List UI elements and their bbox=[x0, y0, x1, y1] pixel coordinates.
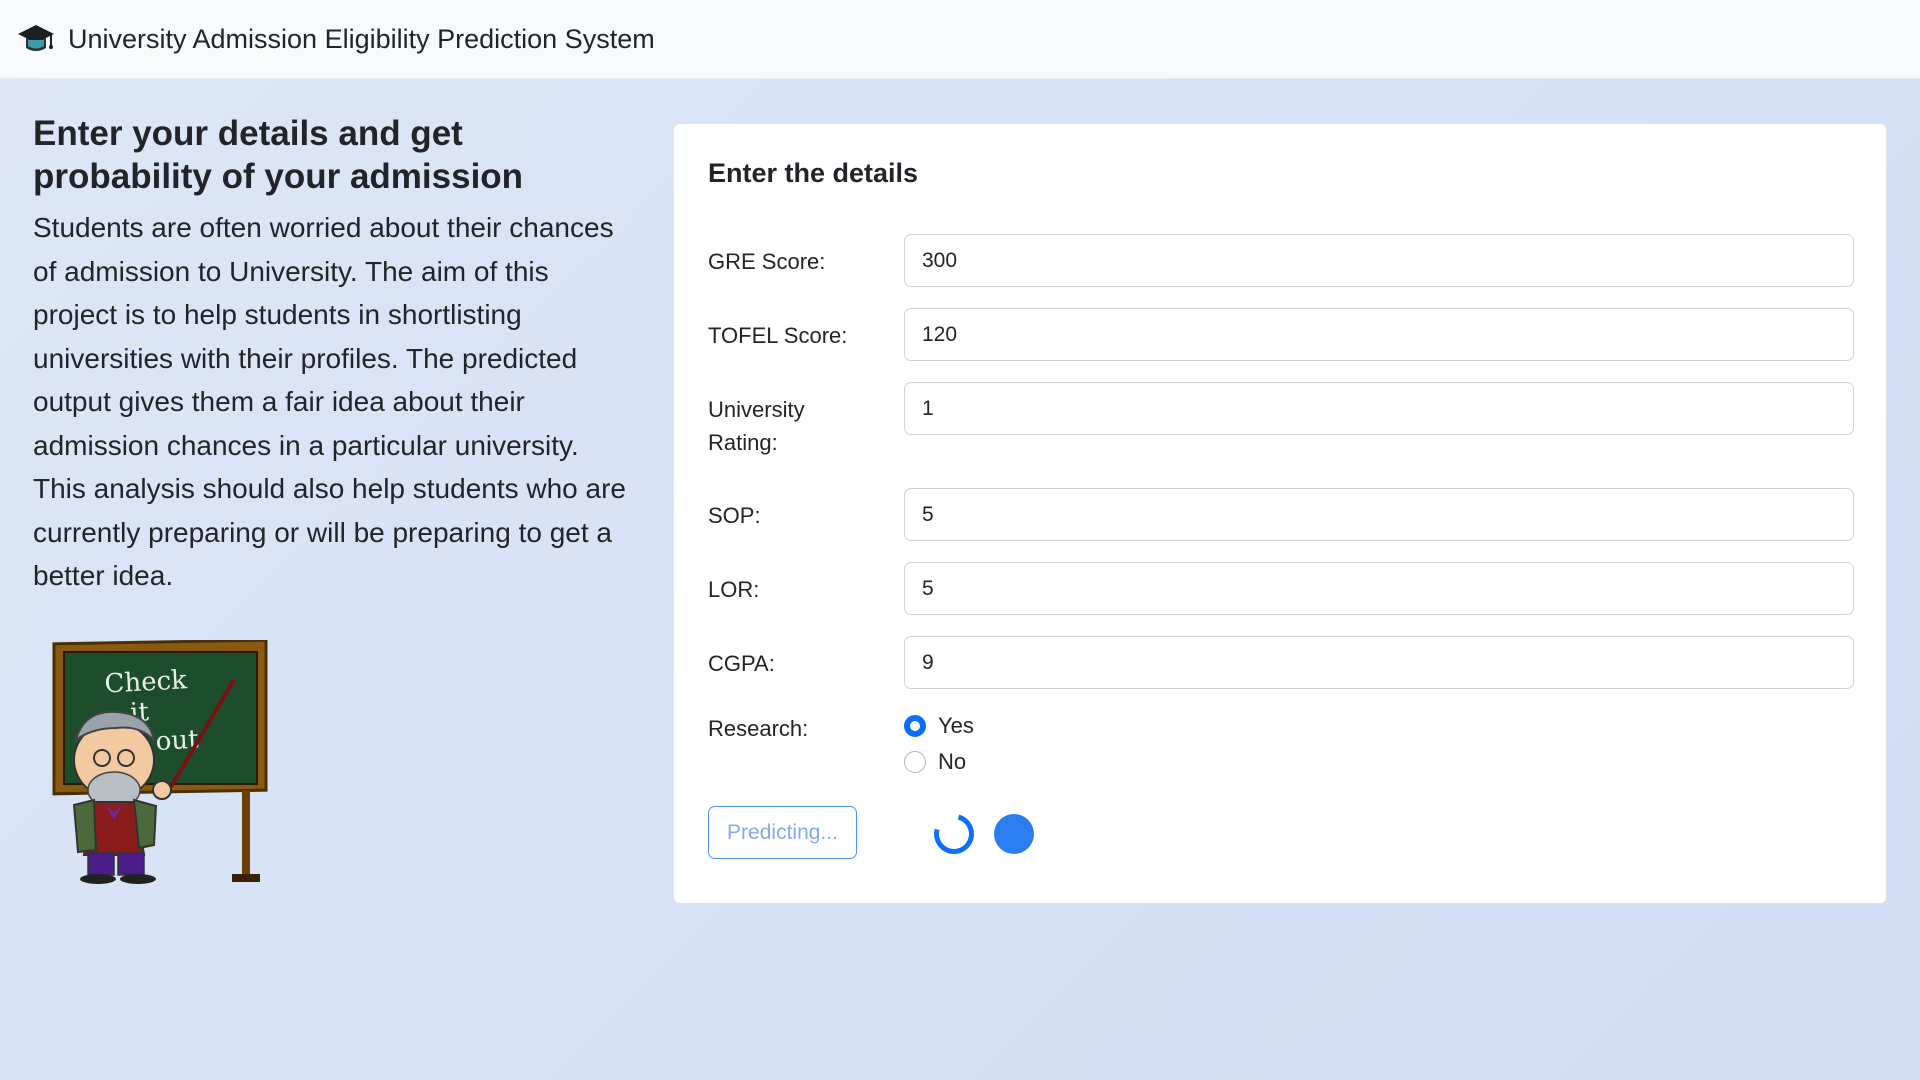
radio-unchecked-icon[interactable] bbox=[904, 751, 926, 773]
lor-label: LOR: bbox=[708, 577, 760, 602]
navbar: University Admission Eligibility Predict… bbox=[0, 0, 1920, 79]
graduation-cap-icon bbox=[16, 20, 58, 58]
tofel-score-label: TOFEL Score: bbox=[708, 323, 848, 348]
sop-input[interactable] bbox=[904, 488, 1854, 541]
research-yes-label: Yes bbox=[938, 713, 974, 738]
university-rating-label: University Rating: bbox=[708, 397, 805, 455]
gre-score-input[interactable] bbox=[904, 234, 1854, 287]
research-no-label: No bbox=[938, 749, 967, 774]
app-title: University Admission Eligibility Predict… bbox=[68, 23, 655, 54]
teacher-chalkboard-illustration: Checkitout bbox=[44, 638, 269, 885]
research-label: Research: bbox=[708, 716, 809, 741]
sop-label: SOP: bbox=[708, 503, 761, 528]
cgpa-label: CGPA: bbox=[708, 651, 775, 676]
research-option-yes[interactable]: Yes bbox=[904, 713, 974, 739]
intro-paragraph: Students are often worried about their c… bbox=[33, 212, 627, 591]
tofel-score-input[interactable] bbox=[904, 308, 1854, 361]
form-title: Enter the details bbox=[708, 158, 919, 188]
cgpa-input[interactable] bbox=[904, 636, 1854, 689]
intro-section: Enter your details and get probability o… bbox=[33, 112, 633, 598]
radio-checked-icon[interactable] bbox=[904, 715, 926, 737]
university-rating-input[interactable] bbox=[904, 382, 1854, 435]
intro-heading: Enter your details and get probability o… bbox=[33, 114, 524, 196]
predict-button[interactable]: Predicting... bbox=[708, 806, 857, 859]
loading-grow-icon bbox=[994, 814, 1034, 854]
gre-score-label: GRE Score: bbox=[708, 249, 826, 274]
research-option-no[interactable]: No bbox=[904, 749, 966, 775]
loading-spinner-icon bbox=[926, 806, 982, 862]
prediction-form-card: Enter the details GRE Score: TOFEL Score… bbox=[673, 123, 1887, 904]
lor-input[interactable] bbox=[904, 562, 1854, 615]
